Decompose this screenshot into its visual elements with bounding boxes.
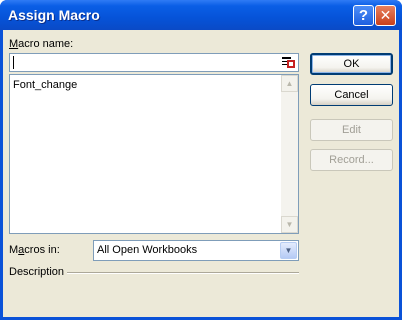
record-button[interactable]: Record...	[310, 149, 393, 171]
dropdown-button[interactable]: ▼	[280, 242, 297, 259]
description-label: Description	[9, 266, 65, 278]
macros-in-label: Macros in:	[9, 244, 60, 256]
scroll-up-button[interactable]: ▲	[281, 75, 298, 92]
collapse-dialog-icon[interactable]	[282, 56, 296, 69]
chevron-down-icon: ▼	[284, 246, 293, 255]
list-item[interactable]: Font_change	[13, 79, 77, 91]
question-mark-icon: ?	[358, 7, 369, 24]
edit-button[interactable]: Edit	[310, 119, 393, 141]
ok-button[interactable]: OK	[310, 53, 393, 75]
cancel-button[interactable]: Cancel	[310, 84, 393, 106]
close-button[interactable]: ✕	[375, 5, 396, 26]
macro-list[interactable]: Font_change ▲ ▼	[9, 74, 299, 234]
help-button[interactable]: ?	[353, 5, 374, 26]
assign-macro-dialog: Assign Macro ? ✕ Macro name: Font_change	[0, 0, 402, 320]
dialog-body: Macro name: Font_change ▲ ▼ OK Cancel Ed…	[3, 30, 399, 317]
text-caret	[13, 56, 14, 69]
scroll-down-button[interactable]: ▼	[281, 216, 298, 233]
close-icon: ✕	[379, 7, 392, 23]
vertical-scrollbar[interactable]: ▲ ▼	[281, 75, 298, 233]
macros-in-dropdown[interactable]: All Open Workbooks ▼	[93, 240, 299, 261]
title-bar: Assign Macro ? ✕	[0, 0, 402, 30]
description-divider	[67, 272, 299, 274]
dialog-title: Assign Macro	[8, 7, 100, 23]
macro-name-label: Macro name:	[9, 38, 74, 50]
scroll-down-icon: ▼	[285, 220, 294, 229]
scroll-up-icon: ▲	[285, 79, 294, 88]
macro-name-input[interactable]	[9, 53, 299, 72]
macros-in-value: All Open Workbooks	[97, 244, 198, 256]
